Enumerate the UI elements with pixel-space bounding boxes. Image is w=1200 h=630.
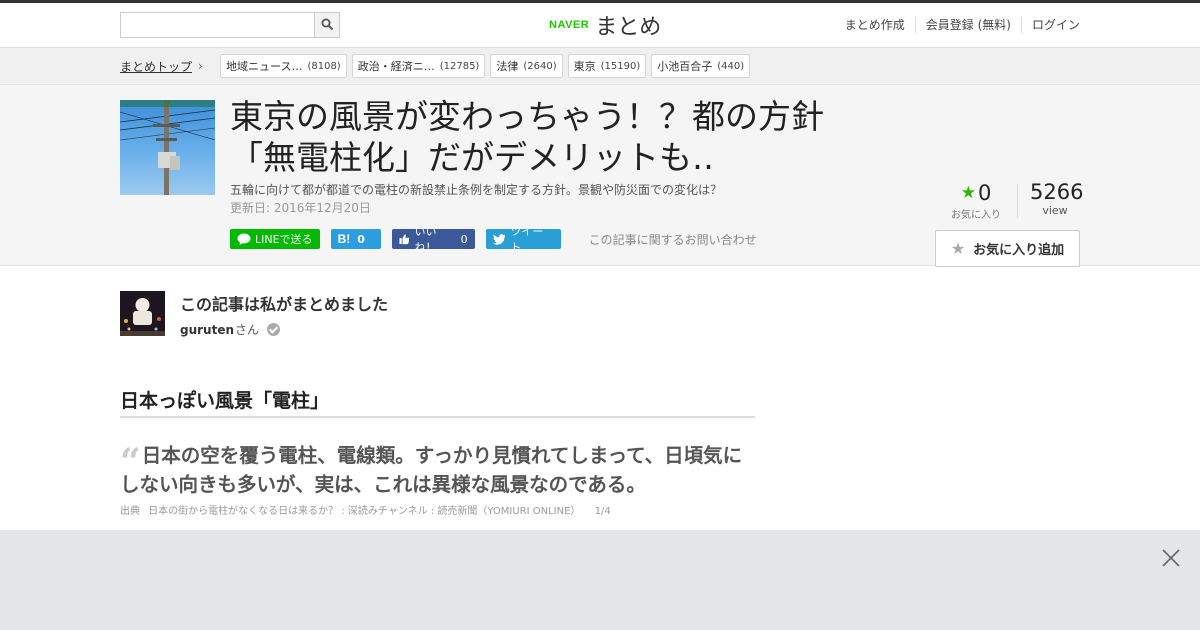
line-icon — [237, 233, 251, 245]
naver-matome-logo[interactable]: NAVER まとめ — [549, 11, 662, 40]
author-heading: この記事は私がまとめました — [180, 295, 389, 314]
section-heading: 日本っぽい風景「電柱」 — [120, 386, 755, 418]
tag-law[interactable]: 法律 (2640) — [490, 54, 563, 78]
tag-politics-economy[interactable]: 政治・経済ニ… (12785) — [351, 54, 486, 78]
chevron-right-icon: › — [198, 59, 203, 73]
tag-label: 小池百合子 — [657, 60, 713, 73]
nav-register[interactable]: 会員登録 (無料) — [914, 17, 1021, 33]
breadcrumb: まとめトップ › 地域ニュース… (8108) 政治・経済ニ… (12785) 法律… — [0, 48, 1200, 85]
header-nav: まとめ作成 会員登録 (無料) ログイン — [835, 17, 1080, 33]
tag-count: (8108) — [307, 60, 341, 72]
title-line-2: 「無電柱化」だがデメリットも‥ — [230, 138, 715, 177]
quote-block: “日本の空を覆う電柱、電線類。すっかり見慣れてしまって、日頃気にしない向きも多い… — [120, 443, 755, 498]
logo-naver: NAVER — [549, 19, 590, 31]
quote-source: 出典 日本の街から電柱がなくなる日は来るか？ : 深読みチャンネル : 読売新聞… — [120, 502, 616, 517]
article-description: 五輪に向けて都が都道での電柱の新設禁止条例を制定する方針。景観や防災面での変化は… — [230, 183, 723, 197]
hatena-bookmark-button[interactable]: B! 0 — [330, 229, 381, 249]
tag-label: 政治・経済ニ… — [357, 60, 435, 73]
tag-list: 地域ニュース… (8108) 政治・経済ニ… (12785) 法律 (2640) 東京… — [220, 54, 755, 78]
verified-check-icon — [267, 323, 281, 336]
facebook-like-count: 0 — [460, 232, 468, 246]
site-header: NAVER まとめ まとめ作成 会員登録 (無料) ログイン — [0, 3, 1200, 48]
quote-text: 日本の空を覆う電柱、電線類。すっかり見慣れてしまって、日頃気にしない向きも多いが… — [120, 444, 743, 496]
thumbs-up-icon — [399, 234, 410, 245]
close-icon[interactable] — [1162, 549, 1180, 567]
title-line-1: 東京の風景が変わっちゃう！？都の方針 — [230, 97, 824, 136]
tag-count: (440) — [717, 60, 745, 72]
search-input[interactable] — [121, 13, 315, 37]
nav-create-matome[interactable]: まとめ作成 — [835, 17, 915, 33]
tag-count: (15190) — [600, 60, 641, 72]
search-box — [120, 12, 340, 38]
ad-overlay — [0, 530, 1200, 630]
views-count: 5266 — [1030, 180, 1084, 204]
twitter-bird-icon — [492, 233, 506, 245]
nav-login[interactable]: ログイン — [1020, 17, 1080, 33]
facebook-like-button[interactable]: いいね！ 0 — [391, 225, 475, 254]
source-label: 出典 — [120, 506, 140, 517]
author-honorific: さん — [235, 323, 260, 337]
star-icon: ★ — [960, 183, 976, 203]
source-page: 1/4 — [594, 506, 611, 517]
tag-count: (2640) — [523, 60, 557, 72]
tag-label: 法律 — [496, 60, 519, 73]
line-share-label: LINEで送る — [255, 233, 313, 246]
favorites-count: 0 — [977, 181, 992, 205]
logo-matome: まとめ — [595, 15, 662, 40]
author-info: guruten さん — [180, 321, 281, 338]
add-favorite-button[interactable]: ★ お気に入り追加 — [935, 230, 1080, 267]
tag-count: (12785) — [439, 60, 480, 72]
article-title: 東京の風景が変わっちゃう！？都の方針 「無電柱化」だがデメリットも‥ — [230, 96, 870, 178]
facebook-like-label: いいね！ — [414, 225, 437, 254]
article-thumbnail[interactable] — [120, 100, 215, 195]
tag-label: 東京 — [573, 60, 596, 73]
author-avatar[interactable] — [120, 291, 165, 336]
line-share-button[interactable]: LINEで送る — [230, 229, 320, 249]
hatena-count: 0 — [357, 232, 365, 246]
tag-label: 地域ニュース… — [226, 60, 303, 73]
stat-divider — [1017, 184, 1018, 218]
article-updated-date: 更新日: 2016年12月20日 — [230, 201, 371, 215]
add-favorite-label: お気に入り追加 — [973, 243, 1065, 258]
search-icon — [321, 18, 334, 31]
favorites-stat: ★ 0 お気に入り — [950, 181, 1002, 221]
article-inquiry-link[interactable]: この記事に関するお問い合わせ — [589, 231, 757, 248]
breadcrumb-home-link[interactable]: まとめトップ — [120, 58, 192, 75]
hatena-icon: B! — [337, 232, 351, 246]
tag-koike-yuriko[interactable]: 小池百合子 (440) — [651, 54, 751, 78]
tag-regional-news[interactable]: 地域ニュース… (8108) — [220, 54, 347, 78]
twitter-tweet-button[interactable]: ツイート — [485, 225, 561, 254]
tweet-label: ツイート — [510, 225, 544, 254]
favorites-label: お気に入り — [951, 210, 1001, 221]
utility-pole-image — [120, 100, 215, 195]
avatar-image — [120, 291, 165, 336]
article-header: 東京の風景が変わっちゃう！？都の方針 「無電柱化」だがデメリットも‥ 五輪に向けて… — [0, 85, 1200, 267]
views-stat: 5266 view — [1030, 180, 1084, 217]
author-name-link[interactable]: guruten — [180, 323, 234, 337]
views-label: view — [1042, 204, 1068, 217]
source-link[interactable]: 日本の街から電柱がなくなる日は来るか？ : 深読みチャンネル : 読売新聞（YO… — [148, 506, 580, 517]
search-button[interactable] — [314, 13, 339, 37]
share-buttons: LINEで送る B! 0 いいね！ 0 ツイート この記事に関するお問い合わせ — [230, 225, 757, 254]
tag-tokyo[interactable]: 東京 (15190) — [567, 54, 647, 78]
star-outline-icon: ★ — [950, 239, 966, 258]
